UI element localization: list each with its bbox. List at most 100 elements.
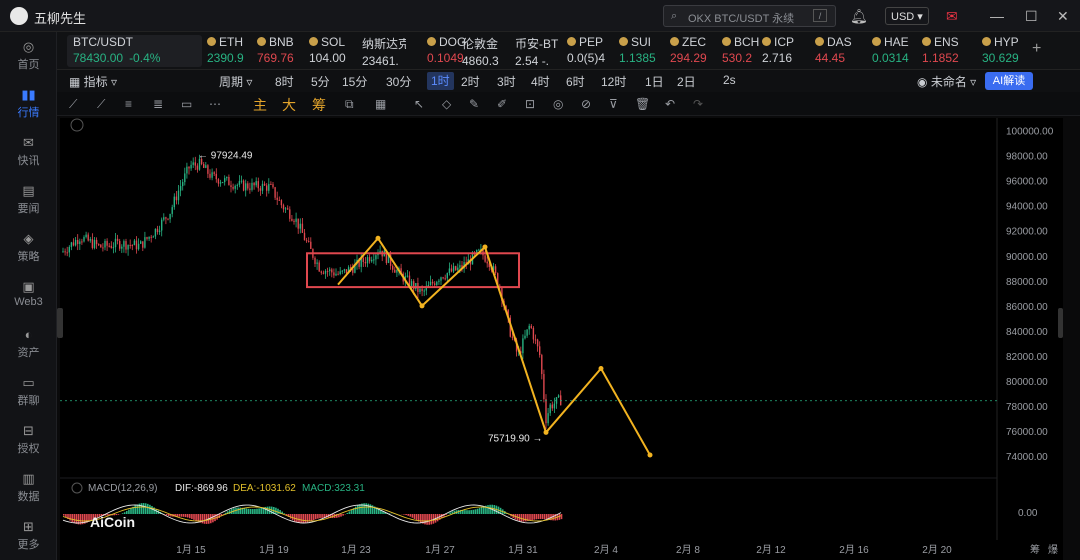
macd-bar (531, 514, 533, 521)
candle (135, 240, 138, 250)
candle (526, 329, 528, 336)
candle (91, 239, 94, 248)
candle (171, 207, 173, 214)
macd-bar (308, 514, 311, 522)
macd-bar (254, 508, 256, 514)
candle (423, 290, 425, 292)
arrow-head (647, 452, 653, 458)
candle (89, 239, 91, 241)
candle (553, 403, 556, 409)
candle (70, 242, 73, 247)
candle (446, 272, 448, 279)
macd-bar (243, 508, 246, 514)
macd-bar (537, 514, 540, 520)
candle (219, 182, 222, 184)
macd-bar (424, 514, 426, 525)
candle (123, 241, 125, 247)
candle (410, 281, 413, 287)
candle (87, 234, 89, 241)
candle (276, 197, 278, 200)
candle (205, 165, 207, 168)
macd-bar (298, 514, 300, 524)
macd-bar (245, 508, 248, 514)
price-chart[interactable]: 100000.00 98000.00 96000.00 94000.00 92000.0… (0, 0, 1080, 560)
candle (253, 182, 255, 186)
macd-bar (147, 503, 149, 514)
candle (133, 240, 136, 246)
macd-bar (302, 514, 304, 524)
y-tick-label: 84000.00 (1006, 327, 1048, 338)
candle (102, 247, 104, 249)
macd-bar (184, 514, 187, 518)
candle (362, 257, 364, 262)
high-price-label: ← 97924.49 (198, 151, 253, 162)
candle (77, 239, 79, 244)
pane-resize-handle[interactable] (57, 308, 63, 338)
macd-bar (191, 514, 193, 519)
y-tick-label: 92000.00 (1006, 227, 1048, 238)
macd-bar (260, 507, 262, 514)
candle (530, 325, 532, 328)
x-tick-label: 1月 15 (176, 544, 206, 556)
x-tick-label: 2月 4 (594, 544, 618, 556)
x-tick-label: 筹 (1030, 543, 1040, 556)
candle (438, 280, 440, 282)
macd-bar (277, 508, 279, 514)
macd-bar (357, 505, 359, 514)
candle (72, 242, 75, 246)
macd-bar (268, 506, 271, 514)
candle (536, 339, 539, 347)
candle (511, 336, 514, 338)
candle (236, 184, 238, 186)
candle (100, 244, 102, 248)
candle (154, 228, 157, 237)
candle (448, 268, 451, 273)
candle (547, 413, 549, 424)
macd-bar (533, 514, 535, 520)
right-resize-handle[interactable] (1058, 308, 1063, 338)
candle (436, 281, 438, 285)
candle (343, 269, 346, 271)
candle (310, 241, 312, 249)
candle (450, 268, 453, 272)
candle (337, 273, 339, 275)
candle (308, 240, 310, 242)
candle (207, 165, 209, 174)
candle (194, 162, 196, 166)
arrow-head (375, 235, 381, 241)
candle (320, 271, 322, 273)
macd-bar (296, 514, 298, 523)
candle (110, 245, 112, 248)
candle (303, 232, 306, 241)
candle (431, 281, 434, 284)
candle (211, 172, 213, 178)
candle (322, 272, 325, 274)
candle (543, 374, 545, 400)
candle (421, 288, 423, 291)
candle (184, 173, 186, 183)
candle (165, 217, 167, 219)
candle (137, 243, 140, 250)
candle (278, 199, 280, 201)
candle (289, 209, 291, 219)
candle (114, 238, 117, 248)
macd-bar (367, 503, 370, 514)
y-tick-label: 100000.00 (1006, 127, 1054, 138)
macd-bar (71, 514, 73, 522)
candle (316, 262, 318, 264)
candle (280, 200, 283, 206)
candle (66, 252, 68, 254)
macd-bar (182, 514, 185, 517)
candle (419, 288, 421, 292)
x-tick-label: 2月 16 (839, 544, 869, 556)
arrow-head (419, 303, 425, 309)
y-tick-label: 96000.00 (1006, 177, 1048, 188)
candle (282, 205, 285, 210)
candle (305, 240, 308, 242)
macd-bar (354, 506, 357, 514)
macd-bar (249, 508, 252, 514)
candle (104, 240, 106, 248)
candle (228, 176, 230, 186)
candle (68, 246, 70, 253)
candle (339, 271, 341, 275)
